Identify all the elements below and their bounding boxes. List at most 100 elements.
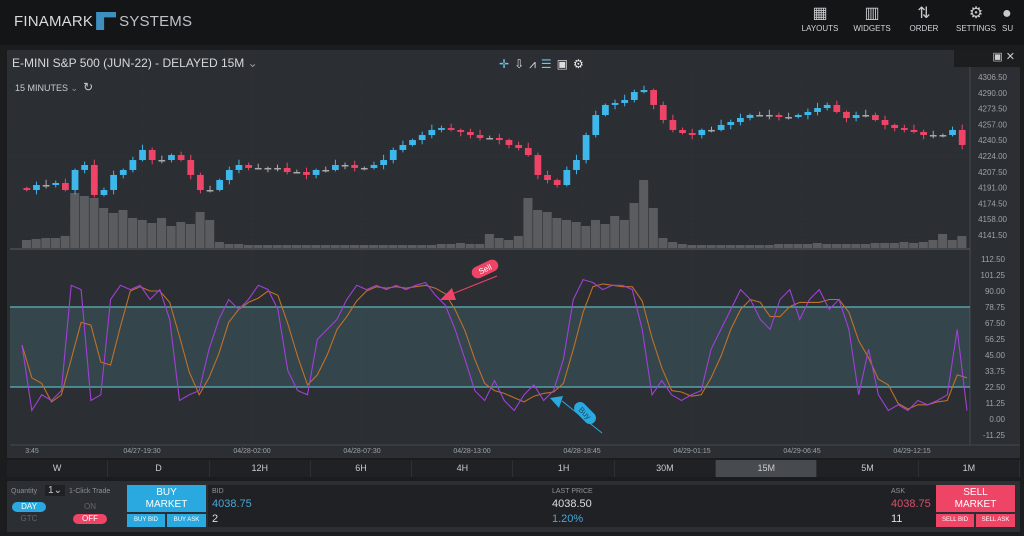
sell-label: SELL	[963, 487, 988, 498]
candle-body	[823, 104, 831, 109]
marker-icon[interactable]: ⇩	[514, 57, 524, 72]
candle-body	[168, 155, 175, 161]
candle-body	[688, 133, 696, 136]
price-tick-label: 4158.00	[978, 215, 1007, 224]
candle-body	[457, 129, 465, 132]
volume-bar	[745, 245, 755, 248]
volume-bar	[205, 220, 215, 248]
candle-body	[312, 169, 320, 175]
candle-body	[129, 160, 137, 170]
candle-body	[765, 115, 773, 117]
stoch-tick-label: 11.25	[986, 399, 1006, 408]
buy-market-button[interactable]: BUY MARKET	[127, 485, 206, 512]
volume-bar	[648, 208, 658, 248]
candle-body	[746, 115, 754, 118]
time-tick-label: 04/28-07:30	[343, 448, 380, 455]
chart-canvas[interactable]: 4306.50 4290.00 4273.50 4257.00 4240.50 4224.…	[7, 50, 1020, 458]
candle-body	[717, 124, 725, 130]
gtc-toggle[interactable]: GTC	[12, 514, 46, 524]
interval-label: 15 MINUTES	[15, 83, 69, 93]
nav-order[interactable]: ⇅ ORDER	[898, 4, 950, 33]
crosshair-icon[interactable]: ✛	[499, 57, 509, 72]
candle-body	[360, 167, 368, 170]
instrument-title[interactable]: E-MINI S&P 500 (JUN-22) - DELAYED 15M ⌄	[12, 56, 258, 70]
quantity-select[interactable]: 1⌄	[45, 485, 65, 496]
price-tick-label: 4141.50	[978, 231, 1007, 240]
candle-body	[505, 140, 513, 145]
timeframe-30m[interactable]: 30M	[615, 460, 717, 477]
nav-widgets[interactable]: ▥ WIDGETS	[846, 4, 898, 33]
volume-bar	[214, 242, 224, 248]
candle-body	[958, 129, 966, 145]
candle-body	[804, 111, 812, 116]
candle-body	[582, 135, 590, 161]
close-icon[interactable]: ✕	[1006, 51, 1015, 63]
timeframe-5m[interactable]: 5M	[817, 460, 919, 477]
refresh-icon[interactable]: ↻	[83, 80, 93, 94]
nav-support[interactable]: ● SU	[1002, 4, 1024, 33]
time-tick-label: 04/29-01:15	[673, 448, 710, 455]
nav-settings[interactable]: ⚙ SETTINGS	[950, 4, 1002, 33]
timeframe-1h[interactable]: 1H	[513, 460, 615, 477]
gear-icon[interactable]: ⚙	[573, 57, 584, 72]
candle-body	[929, 135, 937, 137]
timeframe-12h[interactable]: 12H	[210, 460, 311, 477]
volume-bar	[475, 244, 485, 248]
volume-bar	[793, 244, 803, 248]
candle-body	[698, 129, 706, 136]
candle-body	[389, 149, 397, 161]
volume-bar	[465, 244, 475, 248]
volume-bar	[668, 242, 678, 248]
candle-body	[158, 160, 166, 162]
candle-body	[592, 115, 600, 136]
volume-bar	[841, 244, 851, 248]
candle-body	[737, 117, 744, 123]
nav-layouts[interactable]: ▦ LAYOUTS	[794, 4, 846, 33]
nav-label: LAYOUTS	[801, 24, 839, 33]
timeframe-1m[interactable]: 1M	[919, 460, 1020, 477]
window-controls: ▣ ✕	[954, 50, 1020, 67]
timeframe-d[interactable]: D	[108, 460, 210, 477]
volume-bar	[157, 218, 167, 248]
volume-bar	[311, 245, 321, 248]
timeframe-4h[interactable]: 4H	[412, 460, 514, 477]
volume-bar	[774, 244, 784, 248]
volume-bar	[234, 244, 244, 248]
sell-arrow-icon	[440, 288, 456, 300]
sell-bid-button[interactable]: SELL BID	[936, 514, 974, 527]
candle-body	[910, 129, 918, 132]
volume-bar	[870, 243, 880, 248]
layers-icon[interactable]: ☰	[541, 57, 552, 72]
timeframe-w[interactable]: W	[7, 460, 109, 477]
timeframe-6h[interactable]: 6H	[311, 460, 413, 477]
volume-bar	[369, 245, 379, 248]
time-tick-label: 04/27-19:30	[123, 448, 160, 455]
candle-body	[862, 115, 870, 117]
buy-bid-button[interactable]: BUY BID	[127, 514, 165, 527]
volume-bar	[562, 220, 572, 248]
sell-market-button[interactable]: SELL MARKET	[936, 485, 1015, 512]
volume-bar	[581, 226, 591, 248]
interval-select[interactable]: 15 MINUTES ⌄ ↻	[15, 80, 93, 94]
price-tick-label: 4290.00	[978, 89, 1007, 98]
candle-body	[23, 188, 31, 190]
brand-left: FINAMARK	[14, 12, 94, 30]
volume-bar	[427, 245, 437, 248]
line-chart-icon[interactable]: ⩘	[529, 57, 536, 72]
day-toggle[interactable]: DAY	[12, 502, 46, 512]
calendar-icon[interactable]: ▣	[557, 57, 568, 72]
candle-body	[515, 144, 522, 148]
one-click-on[interactable]: ON	[73, 502, 107, 512]
buy-ask-button[interactable]: BUY ASK	[167, 514, 206, 527]
candle-body	[900, 128, 908, 130]
price-tick-label: 4191.00	[978, 184, 1007, 193]
price-tick-label: 4257.00	[978, 120, 1007, 129]
timeframe-15m[interactable]: 15M	[716, 460, 818, 477]
volume-bar	[590, 220, 600, 248]
volume-bar	[610, 216, 620, 248]
one-click-off[interactable]: OFF	[73, 514, 107, 524]
save-icon[interactable]: ▣	[992, 51, 1002, 63]
volume-bar	[398, 245, 408, 248]
volume-bar	[725, 245, 735, 248]
sell-ask-button[interactable]: SELL ASK	[976, 514, 1015, 527]
